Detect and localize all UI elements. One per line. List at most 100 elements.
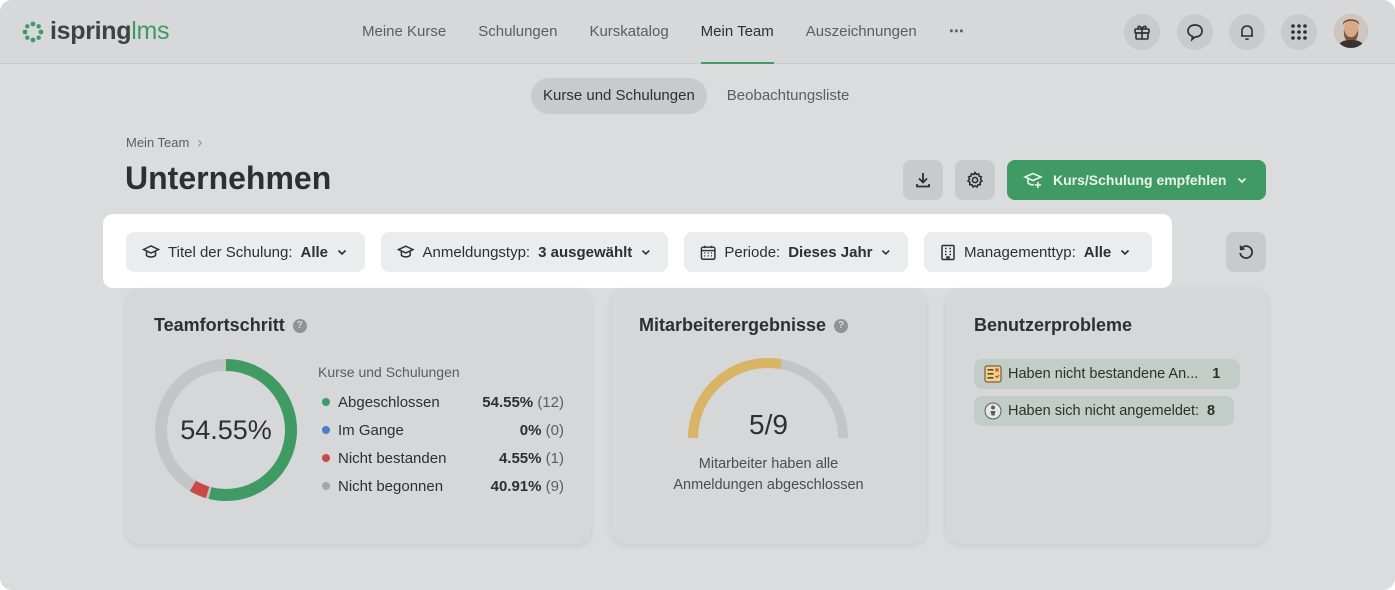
inactive-user-icon <box>984 402 1002 420</box>
filter-label: Periode: <box>724 243 781 261</box>
gauge-caption: Mitarbeiter haben alle Anmeldungen abges… <box>611 454 926 496</box>
logo-icon <box>22 21 44 42</box>
legend-dot <box>322 454 330 462</box>
employee-results-title: Mitarbeiterergebnisse ? <box>639 315 849 336</box>
download-button[interactable] <box>903 160 943 200</box>
building-icon <box>941 244 955 260</box>
nav-item-schulungen[interactable]: Schulungen <box>478 0 557 64</box>
user-problems-title: Benutzerprobleme <box>974 315 1133 335</box>
problem-label: Haben nicht bestandene An... <box>1008 366 1199 382</box>
filter-value: Dieses Jahr <box>788 243 873 261</box>
donut-center-label: 54.55% <box>180 415 272 445</box>
graduation-cap-icon <box>397 245 415 258</box>
apps-button[interactable] <box>1281 14 1317 50</box>
filter-value: 3 ausgewählt <box>538 243 633 261</box>
download-icon <box>916 173 930 188</box>
legend-dot <box>322 482 330 490</box>
legend-row-not-started: Nicht begonnen 40.91% (9) <box>318 472 564 500</box>
breadcrumb-item-mein-team[interactable]: Mein Team <box>126 135 189 150</box>
legend-label: Nicht bestanden <box>338 449 447 467</box>
nav-item-auszeichnungen[interactable]: Auszeichnungen <box>806 0 917 64</box>
app-logo[interactable]: ispringlms <box>22 17 170 46</box>
chevron-down-icon <box>642 249 651 256</box>
logo-text-ispring: ispring <box>50 17 132 45</box>
calendar-icon <box>700 245 716 260</box>
filter-value: Alle <box>1083 243 1112 261</box>
problem-not-logged-in[interactable]: Haben sich nicht angemeldet: 8 <box>974 396 1234 426</box>
nav-item-mein-team[interactable]: Mein Team <box>700 0 774 64</box>
filter-label: Managementtyp: <box>964 243 1076 261</box>
legend-percent: 54.55% <box>482 393 534 411</box>
filter-value: Alle <box>300 243 329 261</box>
team-progress-title-text: Teamfortschritt <box>154 315 285 335</box>
team-progress-title: Teamfortschritt ? <box>154 315 307 336</box>
legend-count: (0) <box>545 421 564 439</box>
help-icon[interactable]: ? <box>292 318 307 333</box>
donut-segment-2 <box>189 480 210 499</box>
gauge-caption-line1: Mitarbeiter haben alle <box>698 456 839 472</box>
legend-percent: 40.91% <box>490 477 542 495</box>
problem-count: 1 <box>1212 366 1221 382</box>
nav-more-button[interactable]: ⋯ <box>949 0 965 64</box>
legend-dot <box>322 398 330 406</box>
user-avatar[interactable] <box>1334 14 1368 48</box>
team-progress-legend: Kurse und Schulungen Abgeschlossen 54.55… <box>318 364 564 500</box>
top-navigation-bar: ispringlms Meine Kurse Schulungen Kurska… <box>0 0 1395 64</box>
legend-percent: 0% <box>519 421 542 439</box>
employee-results-card: Mitarbeiterergebnisse ? 5/9 Mitarbeiter … <box>611 288 926 544</box>
filter-period[interactable]: Periode: Dieses Jahr <box>684 232 908 272</box>
recommend-course-button[interactable]: Kurs/Schulung empfehlen <box>1007 160 1266 200</box>
settings-button[interactable] <box>955 160 995 200</box>
tab-kurse-und-schulungen[interactable]: Kurse und Schulungen <box>531 78 707 114</box>
bell-icon <box>1241 25 1253 41</box>
legend-label: Im Gange <box>338 421 404 439</box>
filter-label: Titel der Schulung: <box>168 243 293 261</box>
legend-heading: Kurse und Schulungen <box>318 364 460 380</box>
gift-button[interactable] <box>1124 14 1160 50</box>
help-icon[interactable]: ? <box>834 318 849 333</box>
reset-icon <box>1239 245 1253 259</box>
logo-text-lms: lms <box>131 17 170 45</box>
chevron-down-icon <box>1121 249 1130 256</box>
filter-label: Anmeldungstyp: <box>422 243 531 261</box>
chat-button[interactable] <box>1177 14 1213 50</box>
sub-tabs: Kurse und Schulungen Beobachtungsliste <box>531 78 861 114</box>
legend-label: Nicht begonnen <box>338 477 444 495</box>
user-problems-card: Benutzerprobleme Haben nicht bestandene … <box>946 288 1268 544</box>
chevron-down-icon <box>1238 177 1247 184</box>
page-title: Unternehmen <box>125 160 332 196</box>
apps-grid-icon <box>1291 24 1307 40</box>
nav-item-kurskatalog[interactable]: Kurskatalog <box>589 0 668 64</box>
filter-enrollment-type[interactable]: Anmeldungstyp: 3 ausgewählt <box>381 232 668 272</box>
main-nav: Meine Kurse Schulungen Kurskatalog Mein … <box>362 0 997 64</box>
legend-count: (12) <box>537 393 564 411</box>
avatar-image <box>1334 14 1368 48</box>
gauge-caption-line2: Anmeldungen abgeschlossen <box>673 477 864 493</box>
graduation-cap-icon <box>142 245 160 258</box>
recommend-course-label: Kurs/Schulung empfehlen <box>1053 172 1227 188</box>
gauge-value-label: 5/9 <box>749 409 788 440</box>
tab-beobachtungsliste[interactable]: Beobachtungsliste <box>715 78 862 114</box>
team-progress-donut: 54.55% <box>155 359 297 501</box>
breadcrumb: Mein Team › <box>126 134 202 151</box>
employee-results-title-text: Mitarbeiterergebnisse <box>639 315 827 335</box>
nav-item-meine-kurse[interactable]: Meine Kurse <box>362 0 446 64</box>
problem-count: 8 <box>1207 403 1216 419</box>
filter-management-type[interactable]: Managementtyp: Alle <box>924 232 1152 272</box>
chevron-down-icon <box>882 250 891 256</box>
legend-row-completed: Abgeschlossen 54.55% (12) <box>318 388 564 416</box>
legend-count: (1) <box>545 449 564 467</box>
filter-training-title[interactable]: Titel der Schulung: Alle <box>126 232 365 272</box>
legend-row-in-progress: Im Gange 0% (0) <box>318 416 564 444</box>
team-progress-card: Teamfortschritt ? 54.55% Kurse und Schul… <box>126 288 591 544</box>
notifications-button[interactable] <box>1229 14 1265 50</box>
legend-dot <box>322 426 330 434</box>
failed-test-icon <box>984 365 1002 383</box>
reset-filters-button[interactable] <box>1226 232 1266 272</box>
problem-failed-enrollments[interactable]: Haben nicht bestandene An... 1 <box>974 359 1240 389</box>
breadcrumb-separator: › <box>197 134 203 151</box>
problem-label: Haben sich nicht angemeldet: <box>1008 403 1200 419</box>
legend-label: Abgeschlossen <box>338 393 440 411</box>
gift-icon <box>1134 25 1150 40</box>
legend-percent: 4.55% <box>498 449 542 467</box>
